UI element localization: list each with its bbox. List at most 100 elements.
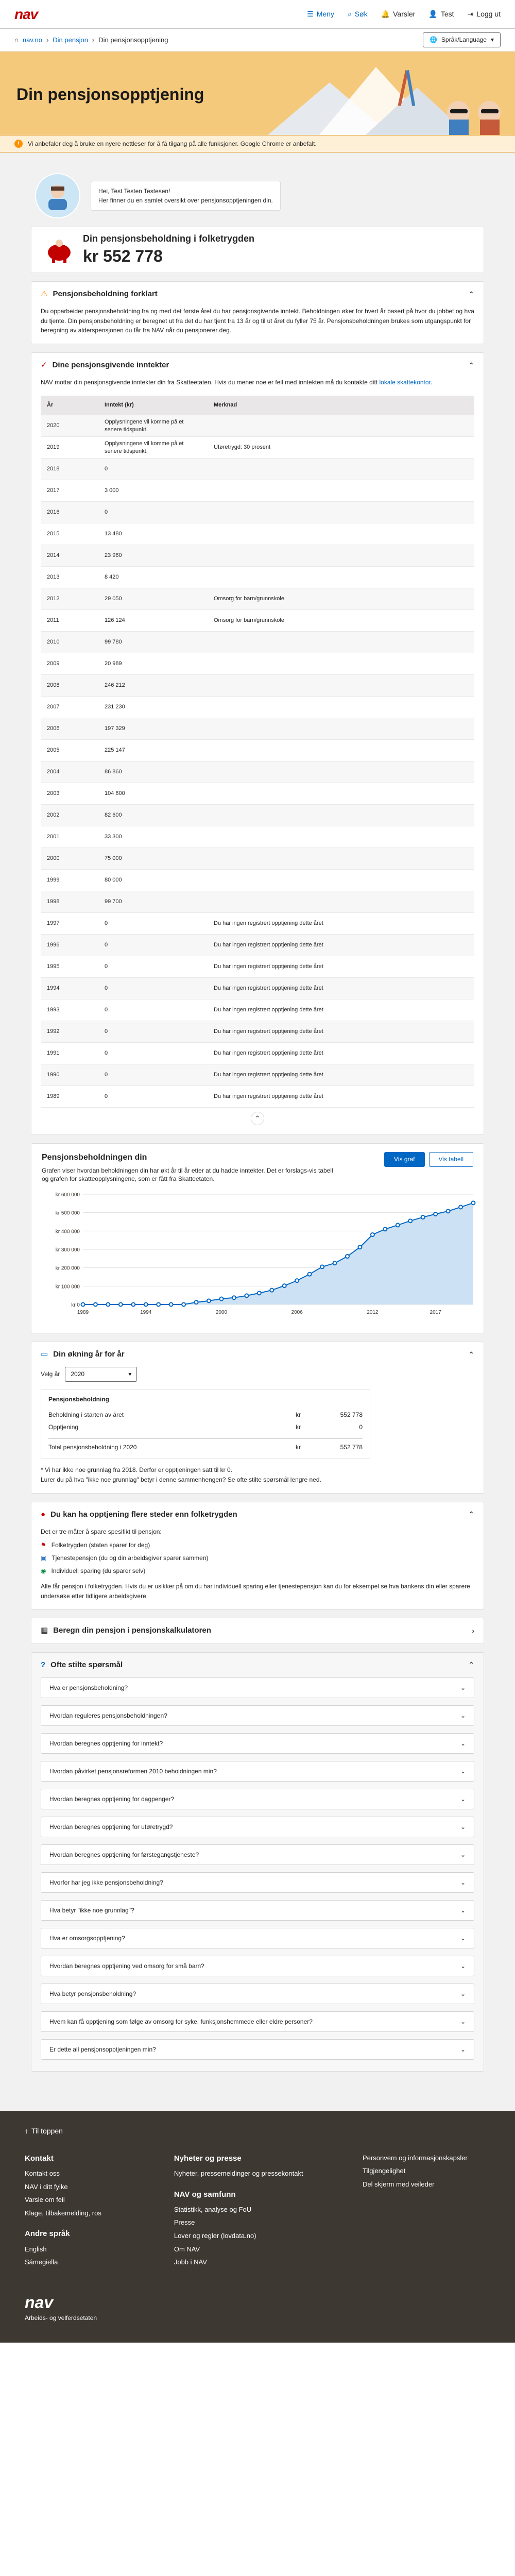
footer-link[interactable]: Varsle om feil xyxy=(25,2195,133,2205)
faq-item[interactable]: Hva er pensjonsbeholdning? ⌄ xyxy=(41,1677,474,1698)
data-point[interactable] xyxy=(320,1264,325,1269)
to-top-link[interactable]: ↑ Til toppen xyxy=(25,2126,490,2136)
data-point[interactable] xyxy=(244,1293,249,1298)
faq-item[interactable]: Er dette all pensjonsopptjeningen min? ⌄ xyxy=(41,2039,474,2060)
cell-note xyxy=(208,501,474,524)
data-point[interactable] xyxy=(219,1296,224,1301)
faq-item[interactable]: Hvordan beregnes opptjening for dagpenge… xyxy=(41,1788,474,1809)
data-point[interactable] xyxy=(80,1302,85,1307)
income-header[interactable]: ✓ Dine pensjonsgivende inntekter ⌃ xyxy=(31,353,484,378)
footer-link[interactable]: Lover og regler (lovdata.no) xyxy=(174,2231,321,2241)
menu-icon: ☰ xyxy=(307,10,314,19)
data-point[interactable] xyxy=(357,1245,363,1250)
faq-item[interactable]: Hvordan beregnes opptjening for inntekt?… xyxy=(41,1733,474,1754)
footer-link[interactable]: English xyxy=(25,2245,133,2254)
language-select[interactable]: 🌐 Språk/Language ▾ xyxy=(422,32,501,47)
top-bar: nav ☰ Meny ⌕ Søk 🔔 Varsler 👤 Test ⇥ Logg… xyxy=(0,0,515,29)
income-panel: ✓ Dine pensjonsgivende inntekter ⌃ NAV mo… xyxy=(31,352,484,1136)
data-point[interactable] xyxy=(168,1302,174,1307)
collapse-table-button[interactable]: ⌃ xyxy=(251,1112,264,1126)
table-row: 2000 75 000 xyxy=(41,848,474,870)
explain-header[interactable]: ⚠ Pensjonsbeholdning forklart ⌃ xyxy=(31,282,484,307)
data-point[interactable] xyxy=(207,1298,212,1303)
data-point[interactable] xyxy=(282,1283,287,1289)
faq-item[interactable]: Hva betyr pensjonsbeholdning? ⌄ xyxy=(41,1983,474,2004)
footer-link[interactable]: Statistikk, analyse og FoU xyxy=(174,2205,321,2214)
search-button[interactable]: ⌕ Søk xyxy=(348,9,368,19)
faq-item[interactable]: Hvordan beregnes opptjening ved omsorg f… xyxy=(41,1955,474,1976)
data-point[interactable] xyxy=(433,1212,438,1217)
faq-item[interactable]: Hva betyr "ikke noe grunnlag"? ⌄ xyxy=(41,1900,474,1921)
data-point[interactable] xyxy=(143,1302,148,1307)
show-graph-button[interactable]: Vis graf xyxy=(384,1152,425,1167)
data-point[interactable] xyxy=(420,1215,425,1220)
nav-logo[interactable]: nav xyxy=(14,5,38,24)
faq-item[interactable]: Hvorfor har jeg ikke pensjonsbeholdning?… xyxy=(41,1872,474,1893)
footer-link[interactable]: Presse xyxy=(174,2218,321,2227)
data-point[interactable] xyxy=(106,1302,111,1307)
data-point[interactable] xyxy=(295,1278,300,1283)
footer-link[interactable]: Nyheter, pressemeldinger og pressekontak… xyxy=(174,2169,321,2178)
data-point[interactable] xyxy=(408,1218,413,1224)
chevron-down-icon: ▾ xyxy=(490,36,494,44)
user-button[interactable]: 👤 Test xyxy=(428,9,454,19)
data-point[interactable] xyxy=(471,1200,476,1206)
data-point[interactable] xyxy=(383,1227,388,1232)
data-point[interactable] xyxy=(370,1232,375,1238)
faq-header[interactable]: ? Ofte stilte spørsmål ⌃ xyxy=(31,1653,484,1677)
footer-link[interactable]: Jobb i NAV xyxy=(174,2258,321,2267)
user-icon: 👤 xyxy=(428,10,438,19)
faq-item[interactable]: Hvordan beregnes opptjening for uføretry… xyxy=(41,1816,474,1837)
data-point[interactable] xyxy=(332,1261,337,1266)
year-select[interactable]: 2020 ▾ xyxy=(65,1367,138,1382)
data-point[interactable] xyxy=(345,1254,350,1259)
list-item: ⚑ Folketrygden (staten sparer for deg) xyxy=(41,1540,474,1550)
footer-link[interactable]: Del skjerm med veileder xyxy=(363,2180,490,2189)
table-row: 2005 225 147 xyxy=(41,739,474,762)
cell-note xyxy=(208,696,474,719)
faq-item[interactable]: Hvordan reguleres pensjonsbeholdningen? ⌄ xyxy=(41,1705,474,1726)
breadcrumb-link-din-pensjon[interactable]: Din pensjon xyxy=(53,36,88,45)
faq-item[interactable]: Hvem kan få opptjening som følge av omso… xyxy=(41,2011,474,2032)
faq-item[interactable]: Hva er omsorgsopptjening? ⌄ xyxy=(41,1927,474,1948)
data-point[interactable] xyxy=(181,1302,186,1307)
chevron-down-icon: ⌄ xyxy=(460,1711,466,1719)
flere-header[interactable]: ● Du kan ha opptjening flere steder enn f… xyxy=(31,1502,484,1527)
skattekontor-link[interactable]: lokale skattekontor. xyxy=(379,379,432,386)
okning-header[interactable]: ▭ Din økning år for år ⌃ xyxy=(31,1342,484,1367)
data-point[interactable] xyxy=(458,1205,464,1210)
show-table-button[interactable]: Vis tabell xyxy=(428,1152,473,1167)
data-point[interactable] xyxy=(156,1302,161,1307)
breadcrumb-link-navno[interactable]: nav.no xyxy=(23,36,42,45)
data-point[interactable] xyxy=(231,1295,236,1300)
logout-button[interactable]: ⇥ Logg ut xyxy=(468,9,501,19)
data-point[interactable] xyxy=(131,1302,136,1307)
piggy-bank-icon: ● xyxy=(41,1510,46,1519)
footer-link[interactable]: Sámegiella xyxy=(25,2258,133,2267)
menu-button[interactable]: ☰ Meny xyxy=(307,9,334,19)
data-point[interactable] xyxy=(445,1209,451,1214)
footer-link[interactable]: NAV i ditt fylke xyxy=(25,2182,133,2192)
cell-note: Du har ingen registrert opptjening dette… xyxy=(208,912,474,935)
cell-year: 1996 xyxy=(41,934,98,957)
data-point[interactable] xyxy=(256,1291,262,1296)
footer-link[interactable]: Tilgjengelighet xyxy=(363,2166,490,2176)
footer-link[interactable]: Personvern og informasjonskapsler xyxy=(363,2154,490,2163)
data-point[interactable] xyxy=(118,1302,123,1307)
data-point[interactable] xyxy=(269,1288,274,1293)
cell-note xyxy=(208,718,474,740)
faq-item[interactable]: Hvordan beregnes opptjening for førstega… xyxy=(41,1844,474,1865)
data-point[interactable] xyxy=(307,1272,312,1277)
data-point[interactable] xyxy=(93,1302,98,1307)
table-row: 2008 246 212 xyxy=(41,674,474,697)
footer-link[interactable]: Om NAV xyxy=(174,2245,321,2254)
data-point[interactable] xyxy=(194,1300,199,1305)
cell-year: 1992 xyxy=(41,1021,98,1043)
data-point[interactable] xyxy=(395,1223,400,1228)
footer-link[interactable]: Klage, tilbakemelding, ros xyxy=(25,2209,133,2218)
notifications-button[interactable]: 🔔 Varsler xyxy=(381,9,416,19)
kalkulator-link-panel[interactable]: ▦ Beregn din pensjon i pensjonskalkulator… xyxy=(31,1618,484,1644)
footer-link[interactable]: Kontakt oss xyxy=(25,2169,133,2178)
flere-text: Alle får pensjon i folketrygden. Hvis du… xyxy=(41,1583,470,1600)
faq-item[interactable]: Hvordan påvirket pensjonsreformen 2010 b… xyxy=(41,1760,474,1782)
